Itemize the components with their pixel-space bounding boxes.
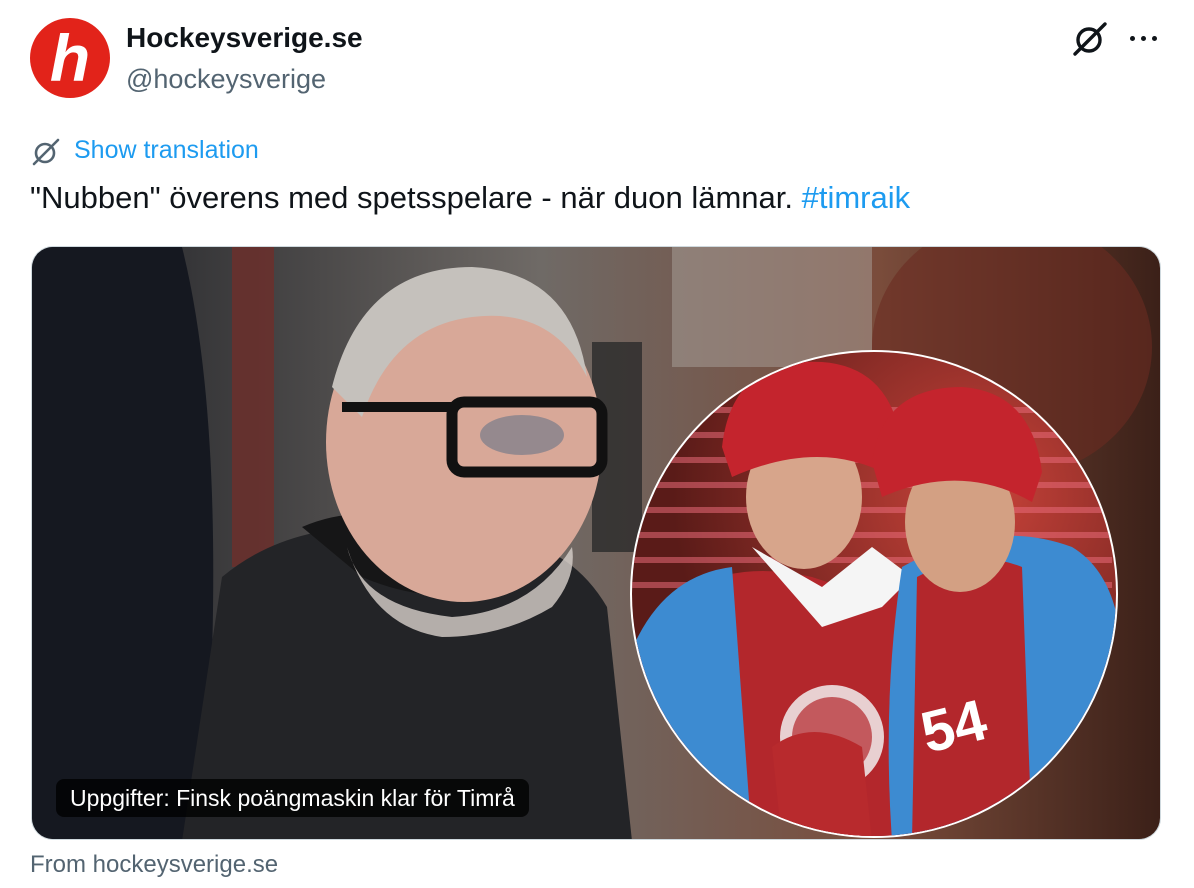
avatar-logo-letter: h	[49, 21, 91, 95]
hashtag-link[interactable]: #timraik	[802, 180, 911, 215]
link-preview-card[interactable]: 54 Uppgifter: Finsk poängmaskin klar för…	[31, 246, 1161, 840]
tweet-text: "Nubben" överens med spetsspelare - när …	[30, 178, 1160, 218]
grok-icon[interactable]	[1070, 19, 1110, 59]
card-source[interactable]: From hockeysverige.se	[30, 848, 278, 882]
show-translation-link[interactable]: Show translation	[74, 134, 259, 166]
card-caption: Uppgifter: Finsk poängmaskin klar för Ti…	[56, 779, 529, 817]
article-image: 54	[32, 247, 1160, 839]
display-name[interactable]: Hockeysverige.se	[126, 20, 363, 56]
avatar[interactable]: h	[30, 18, 110, 98]
more-options-icon[interactable]	[1126, 20, 1162, 56]
account-handle[interactable]: @hockeysverige	[126, 61, 326, 97]
tweet-body: "Nubben" överens med spetsspelare - när …	[30, 180, 802, 215]
translate-icon	[32, 138, 60, 166]
